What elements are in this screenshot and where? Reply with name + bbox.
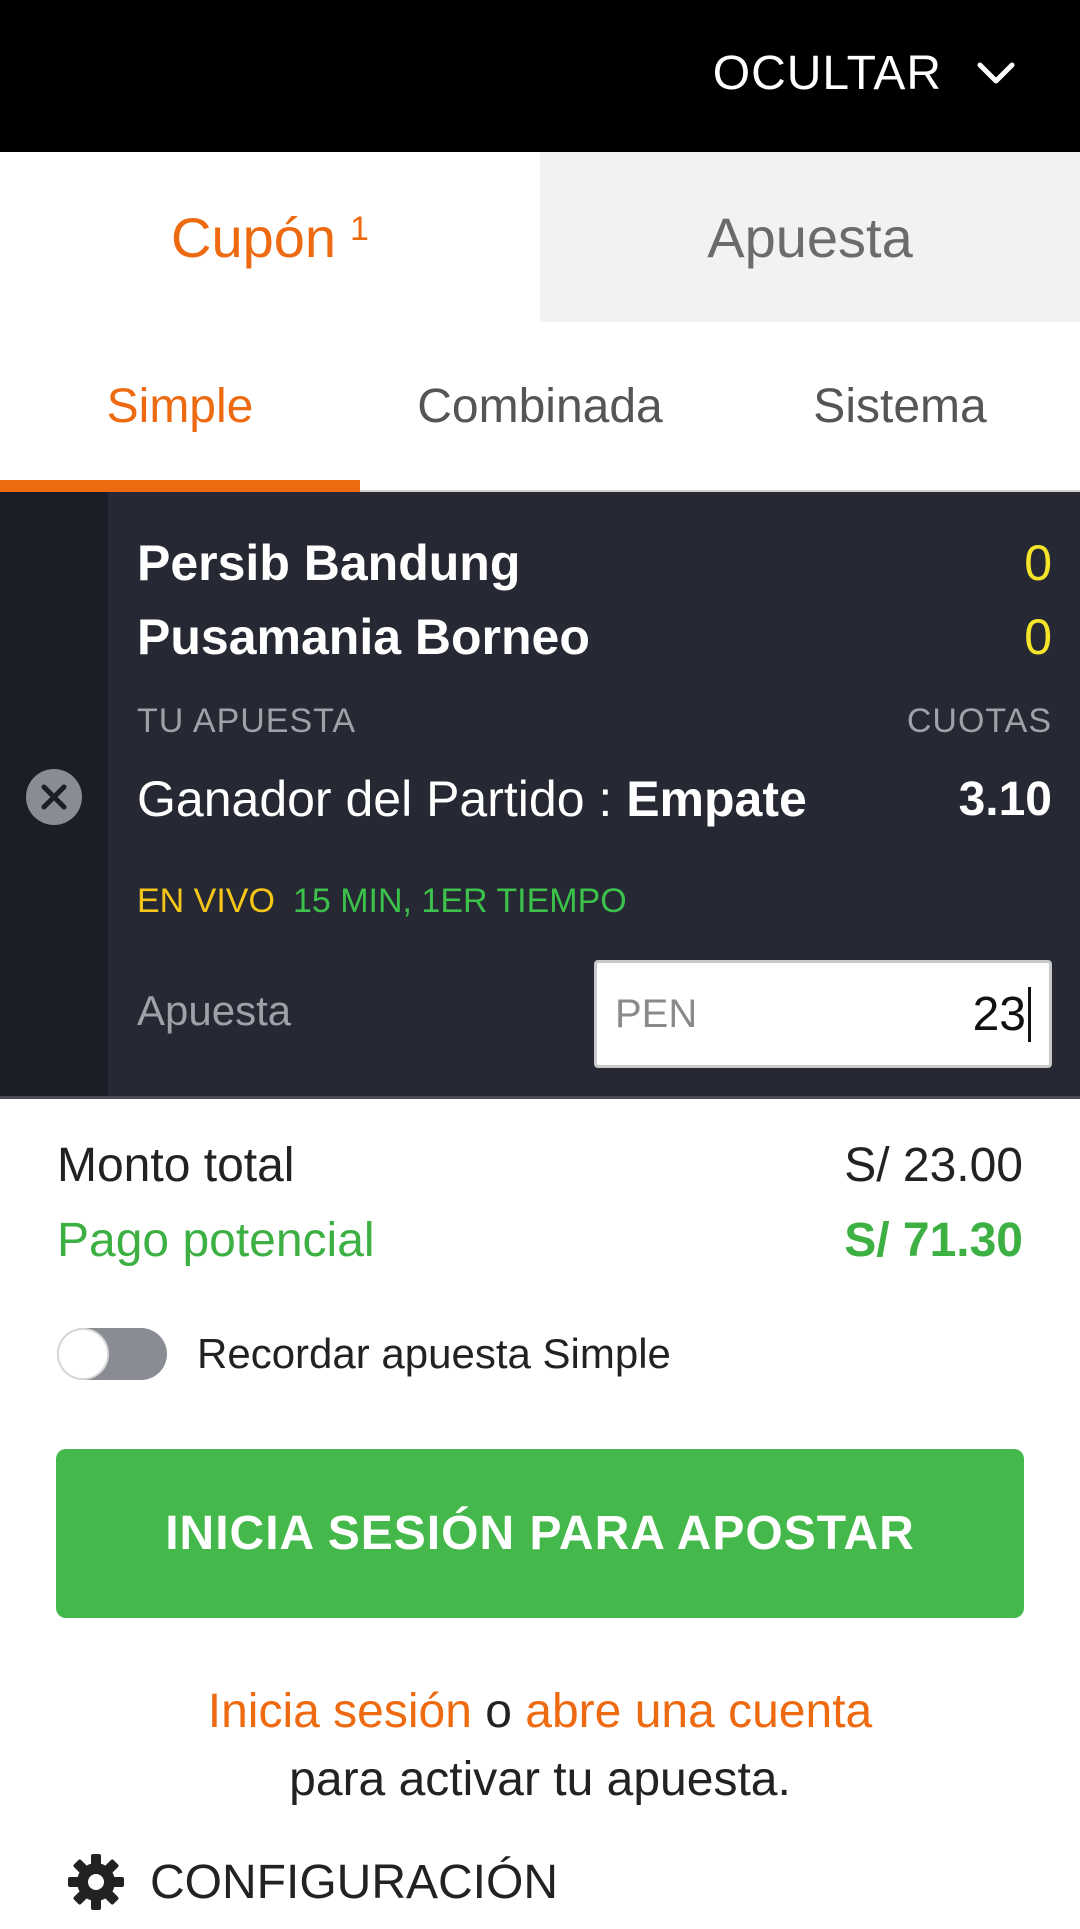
team-score: 0 xyxy=(1024,535,1052,591)
remember-bet-toggle[interactable] xyxy=(57,1328,167,1380)
market-text: Ganador del Partido : Empate xyxy=(137,770,807,828)
main-tabs: Cupón 1 Apuesta xyxy=(0,152,1080,322)
login-to-bet-button[interactable]: INICIA SESIÓN PARA APOSTAR xyxy=(56,1449,1024,1618)
bet-type-tabs: Simple Combinada Sistema xyxy=(0,322,1080,492)
tab-apuesta-label: Apuesta xyxy=(707,205,913,269)
chevron-down-icon xyxy=(977,62,1015,84)
market-row: Ganador del Partido : Empate 3.10 xyxy=(137,770,1052,828)
toggle-knob xyxy=(57,1328,109,1380)
stake-input[interactable]: PEN 23 xyxy=(594,960,1052,1068)
tab-cupon-label: Cupón xyxy=(171,205,337,269)
bet-labels-row: TU APUESTA CUOTAS xyxy=(137,702,1052,741)
stake-label: Apuesta xyxy=(137,987,292,1034)
bet-card: Persib Bandung 0 Pusamania Borneo 0 TU A… xyxy=(0,492,1080,1099)
close-icon[interactable] xyxy=(26,769,82,825)
hide-betslip-button[interactable]: OCULTAR xyxy=(713,38,1020,108)
total-value: S/ 23.00 xyxy=(844,1139,1023,1192)
potential-payout-row: Pago potencial S/ 71.30 xyxy=(57,1213,1023,1268)
live-status: EN VIVO 15 MIN, 1ER TIEMPO xyxy=(137,882,627,921)
gear-icon xyxy=(68,1854,124,1910)
top-bar: OCULTAR xyxy=(0,0,1080,152)
payout-value: S/ 71.30 xyxy=(844,1214,1023,1267)
hide-label: OCULTAR xyxy=(712,46,942,100)
tab-combinada[interactable]: Combinada xyxy=(360,322,720,490)
your-bet-label: TU APUESTA xyxy=(137,702,357,740)
payout-label: Pago potencial xyxy=(57,1214,375,1267)
odds-value: 3.10 xyxy=(958,772,1052,826)
coupon-count-badge: 1 xyxy=(350,209,369,248)
tab-sistema-label: Sistema xyxy=(813,379,987,433)
team-row: Persib Bandung 0 xyxy=(137,534,1052,592)
tab-simple[interactable]: Simple xyxy=(0,322,360,492)
signup-link[interactable]: abre una cuenta xyxy=(525,1685,872,1738)
team-name: Persib Bandung xyxy=(137,535,521,591)
team-name: Pusamania Borneo xyxy=(137,609,590,665)
stake-value: 23 xyxy=(973,986,1031,1042)
remove-column xyxy=(0,492,108,1096)
login-link[interactable]: Inicia sesión xyxy=(208,1685,472,1738)
odds-label: CUOTAS xyxy=(906,702,1052,740)
tab-apuesta[interactable]: Apuesta xyxy=(540,152,1080,322)
login-to-bet-label: INICIA SESIÓN PARA APOSTAR xyxy=(165,1507,915,1560)
selection-name: Empate xyxy=(626,771,807,827)
tab-simple-label: Simple xyxy=(106,379,254,433)
login-note-suffix: para activar tu apuesta. xyxy=(289,1753,791,1806)
remember-bet-label: Recordar apuesta Simple xyxy=(197,1330,671,1377)
or-text: o xyxy=(485,1685,512,1738)
total-label: Monto total xyxy=(57,1139,295,1192)
tab-cupon[interactable]: Cupón 1 xyxy=(0,152,540,322)
tab-combinada-label: Combinada xyxy=(417,379,663,433)
currency-label: PEN xyxy=(615,991,698,1036)
remember-bet-row: Recordar apuesta Simple xyxy=(57,1328,671,1380)
market-name: Ganador del Partido : xyxy=(137,771,613,827)
team-row: Pusamania Borneo 0 xyxy=(137,608,1052,666)
settings-button[interactable]: CONFIGURACIÓN xyxy=(66,1852,558,1912)
team-score: 0 xyxy=(1024,609,1052,665)
live-tag: EN VIVO xyxy=(137,882,275,920)
total-amount-row: Monto total S/ 23.00 xyxy=(57,1138,1023,1193)
login-note: Inicia sesión o abre una cuenta para act… xyxy=(0,1678,1080,1814)
tab-sistema[interactable]: Sistema xyxy=(720,322,1080,490)
settings-label: CONFIGURACIÓN xyxy=(150,1855,558,1909)
live-time: 15 MIN, 1ER TIEMPO xyxy=(292,882,627,920)
